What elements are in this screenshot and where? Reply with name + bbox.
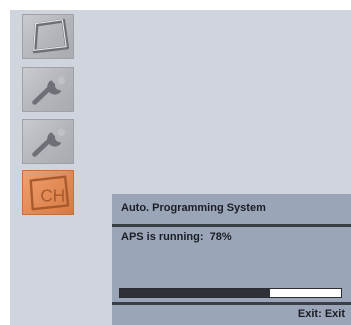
progress-percent: 78%: [209, 231, 232, 243]
aps-status: APS is running: 78%: [121, 229, 232, 245]
channel-menu-icon[interactable]: CH: [22, 170, 74, 215]
setup-menu-icon[interactable]: [22, 67, 74, 112]
option-menu-icon[interactable]: [22, 119, 74, 164]
dialog-title: Auto. Programming System: [121, 202, 266, 214]
wrench-icon: [32, 76, 66, 105]
aps-dialog: Auto. Programming System APS is running:…: [112, 194, 351, 325]
progress-fill: [120, 289, 271, 297]
display-icon: [32, 18, 70, 54]
wrench-icon: [32, 128, 66, 157]
channel-icon-label: CH: [40, 186, 65, 206]
title-divider: [112, 224, 351, 227]
channel-icon: CH: [29, 175, 70, 211]
display-menu-icon[interactable]: [22, 14, 74, 59]
tv-screen: CH Auto. Programming System APS is runni…: [10, 10, 351, 325]
progress-bar: [119, 288, 342, 298]
exit-hint[interactable]: Exit: Exit: [298, 307, 345, 321]
status-label: APS is running:: [121, 231, 204, 243]
footer-divider: [112, 302, 351, 305]
